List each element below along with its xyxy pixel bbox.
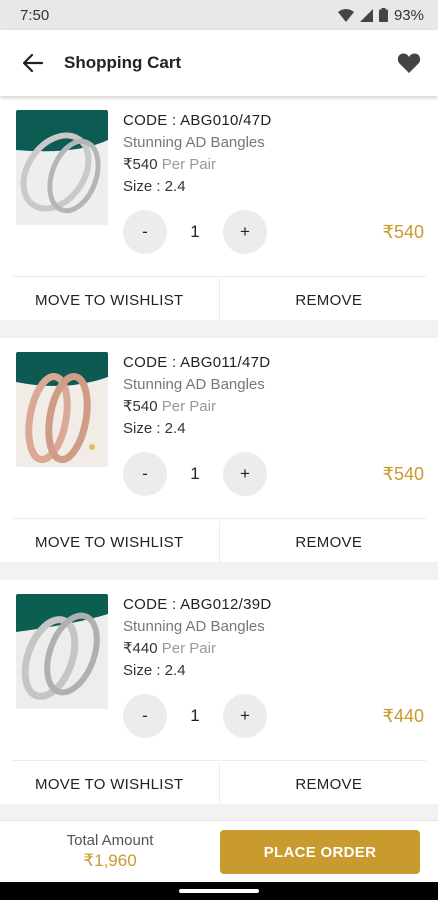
battery-level: 93% <box>393 6 424 24</box>
product-image[interactable] <box>16 352 108 467</box>
item-actions: MOVE TO WISHLIST REMOVE <box>0 761 438 807</box>
quantity-value: 1 <box>190 706 200 725</box>
quantity-value: 1 <box>190 222 200 241</box>
product-name: Stunning AD Bangles <box>123 618 265 635</box>
item-actions: MOVE TO WISHLIST REMOVE <box>0 519 438 565</box>
price-unit: Per Pair <box>161 156 216 173</box>
total-summary: Total Amount ₹1,960 <box>0 832 220 871</box>
cart-item: CODE : ABG012/39D Stunning AD Bangles ₹4… <box>0 580 438 807</box>
product-name: Stunning AD Bangles <box>123 134 265 151</box>
status-bar: 7:50 93% <box>0 0 438 30</box>
cart-item: CODE : ABG011/47D Stunning AD Bangles ₹5… <box>0 338 438 565</box>
page-title: Shopping Cart <box>64 53 182 72</box>
product-info: CODE : ABG010/47D Stunning AD Bangles ₹5… <box>123 110 272 198</box>
decrease-button[interactable]: - <box>123 452 167 496</box>
remove-button[interactable]: REMOVE <box>220 519 438 565</box>
item-total: ₹440 <box>382 706 424 726</box>
move-to-wishlist-button[interactable]: MOVE TO WISHLIST <box>0 761 219 807</box>
quantity-stepper: - 1 + <box>123 452 267 496</box>
status-time: 7:50 <box>20 6 50 24</box>
status-icons: 93% <box>337 6 424 24</box>
wishlist-button[interactable] <box>394 48 424 78</box>
quantity-stepper: - 1 + <box>123 694 267 738</box>
checkout-bar: Total Amount ₹1,960 PLACE ORDER <box>0 820 438 882</box>
cart-item: CODE : ABG010/47D Stunning AD Bangles ₹5… <box>0 96 438 323</box>
wifi-icon <box>337 8 354 22</box>
unit-price: ₹540 <box>123 398 158 415</box>
total-amount: ₹1,960 <box>83 851 137 870</box>
system-nav-bar <box>0 882 438 900</box>
move-to-wishlist-button[interactable]: MOVE TO WISHLIST <box>0 277 219 323</box>
product-price: ₹540 Per Pair <box>123 396 270 418</box>
remove-button[interactable]: REMOVE <box>220 277 438 323</box>
price-unit: Per Pair <box>161 640 216 657</box>
product-price: ₹540 Per Pair <box>123 154 272 176</box>
place-order-button[interactable]: PLACE ORDER <box>220 830 420 874</box>
remove-button[interactable]: REMOVE <box>220 761 438 807</box>
quantity-value: 1 <box>190 464 200 483</box>
item-actions: MOVE TO WISHLIST REMOVE <box>0 277 438 323</box>
signal-icon <box>359 8 373 22</box>
increase-button[interactable]: + <box>223 210 267 254</box>
product-size: Size : 2.4 <box>123 662 186 679</box>
product-info: CODE : ABG012/39D Stunning AD Bangles ₹4… <box>123 594 272 682</box>
arrow-left-icon <box>23 54 43 72</box>
quantity-stepper: - 1 + <box>123 210 267 254</box>
product-image[interactable] <box>16 110 108 225</box>
item-total: ₹540 <box>382 222 424 242</box>
product-size: Size : 2.4 <box>123 420 186 437</box>
app-bar: Shopping Cart <box>0 30 438 96</box>
back-button[interactable] <box>18 48 48 78</box>
product-info: CODE : ABG011/47D Stunning AD Bangles ₹5… <box>123 352 270 440</box>
decrease-button[interactable]: - <box>123 694 167 738</box>
product-size: Size : 2.4 <box>123 178 186 195</box>
decrease-button[interactable]: - <box>123 210 167 254</box>
move-to-wishlist-button[interactable]: MOVE TO WISHLIST <box>0 519 219 565</box>
increase-button[interactable]: + <box>223 694 267 738</box>
product-code: CODE : ABG011/47D <box>123 354 271 371</box>
increase-button[interactable]: + <box>223 452 267 496</box>
cart-list: CODE : ABG010/47D Stunning AD Bangles ₹5… <box>0 96 438 820</box>
heart-icon <box>397 53 421 73</box>
battery-icon <box>378 8 388 22</box>
unit-price: ₹540 <box>123 156 158 173</box>
total-label: Total Amount <box>66 832 154 849</box>
unit-price: ₹440 <box>123 640 158 657</box>
product-code: CODE : ABG012/39D <box>123 596 272 613</box>
product-image[interactable] <box>16 594 108 709</box>
product-code: CODE : ABG010/47D <box>123 112 272 129</box>
product-name: Stunning AD Bangles <box>123 376 265 393</box>
home-handle[interactable] <box>179 889 259 893</box>
product-price: ₹440 Per Pair <box>123 638 272 660</box>
item-total: ₹540 <box>382 464 424 484</box>
price-unit: Per Pair <box>161 398 216 415</box>
